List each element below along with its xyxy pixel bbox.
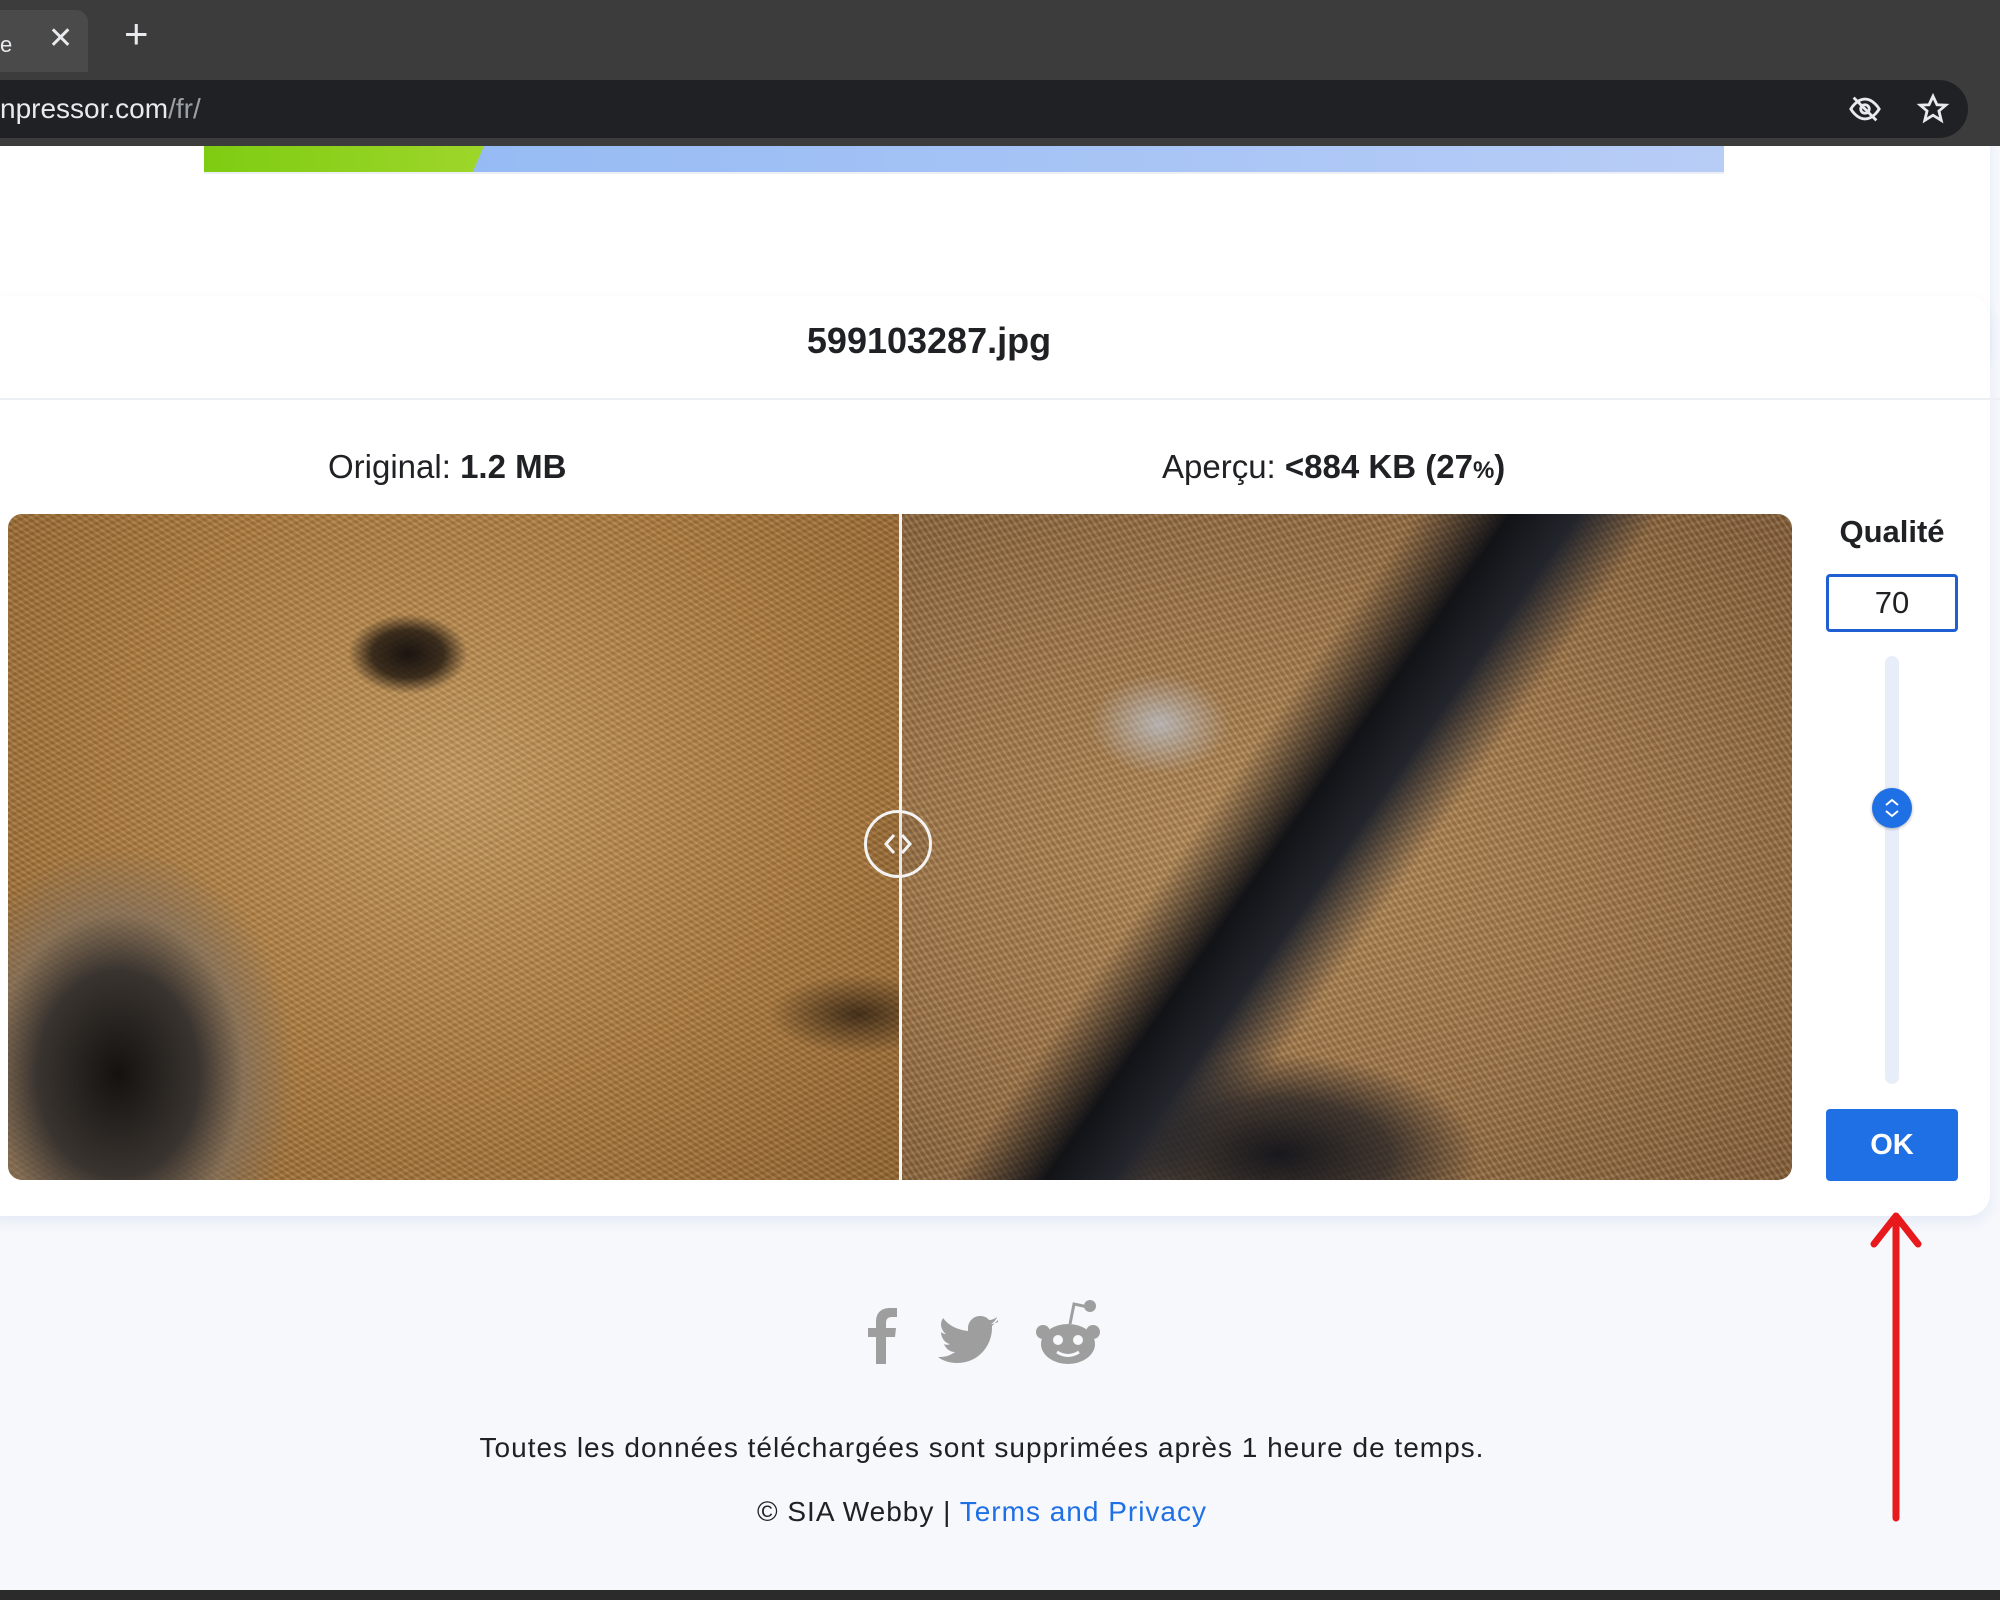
url-path: /fr/ [168,93,201,124]
file-name: 599103287.jpg [806,320,1052,361]
twitter-icon[interactable] [938,1316,1000,1368]
new-tab-button[interactable]: + [124,13,149,55]
window-bottom-edge [0,1590,2000,1600]
quality-input[interactable] [1826,574,1958,632]
image-compare-viewer[interactable] [8,514,1792,1180]
eye-off-icon[interactable] [1848,92,1882,126]
tab-strip: e ✕ + [0,0,2000,72]
annotation-arrow [1870,1212,1922,1522]
original-size: 1.2 MB [460,448,567,485]
ok-button[interactable]: OK [1826,1109,1958,1181]
left-right-arrows-icon [883,834,913,854]
close-tab-icon[interactable]: ✕ [48,24,73,54]
terms-privacy-link[interactable]: Terms and Privacy [960,1496,1207,1527]
quality-slider-thumb[interactable] [1872,788,1912,828]
quality-slider[interactable] [1885,656,1899,1084]
url-field[interactable]: npressor.com/fr/ [0,80,1968,138]
quality-label: Qualité [1839,514,1945,549]
url-domain: npressor.com [0,93,169,124]
banner-divider [204,172,1724,174]
ad-banner[interactable] [204,146,1724,172]
original-label: Original: [328,448,451,485]
preview-image [900,514,1792,1180]
split-handle[interactable] [864,810,932,878]
facebook-icon[interactable] [864,1304,904,1366]
up-down-chevron-icon [1885,798,1899,818]
star-icon[interactable] [1916,92,1950,126]
preview-size-label: Aperçu: <884 KB (27%) [1162,448,1505,486]
active-tab[interactable]: e ✕ [0,10,88,72]
preview-close: ) [1494,448,1506,485]
footer-copyright: © SIA Webby | Terms and Privacy [0,1496,1964,1528]
address-bar: npressor.com/fr/ [0,72,2000,146]
tab-title: e [0,32,13,57]
preview-size: <884 KB (27 [1284,448,1473,485]
reddit-icon[interactable] [1034,1298,1102,1368]
data-deletion-notice: Toutes les données téléchargées sont sup… [479,1432,1485,1463]
preview-percent: % [1472,457,1495,484]
original-image [8,514,900,1180]
url-text: npressor.com/fr/ [0,93,201,125]
original-size-label: Original: 1.2 MB [328,448,566,486]
page-content: 599103287.jpg Original: 1.2 MB Aperçu: <… [0,146,2000,1590]
card-divider [0,398,2000,400]
ad-banner-accent [204,146,484,172]
preview-label: Aperçu: [1162,448,1276,485]
copyright-text: © SIA Webby | [756,1496,960,1527]
